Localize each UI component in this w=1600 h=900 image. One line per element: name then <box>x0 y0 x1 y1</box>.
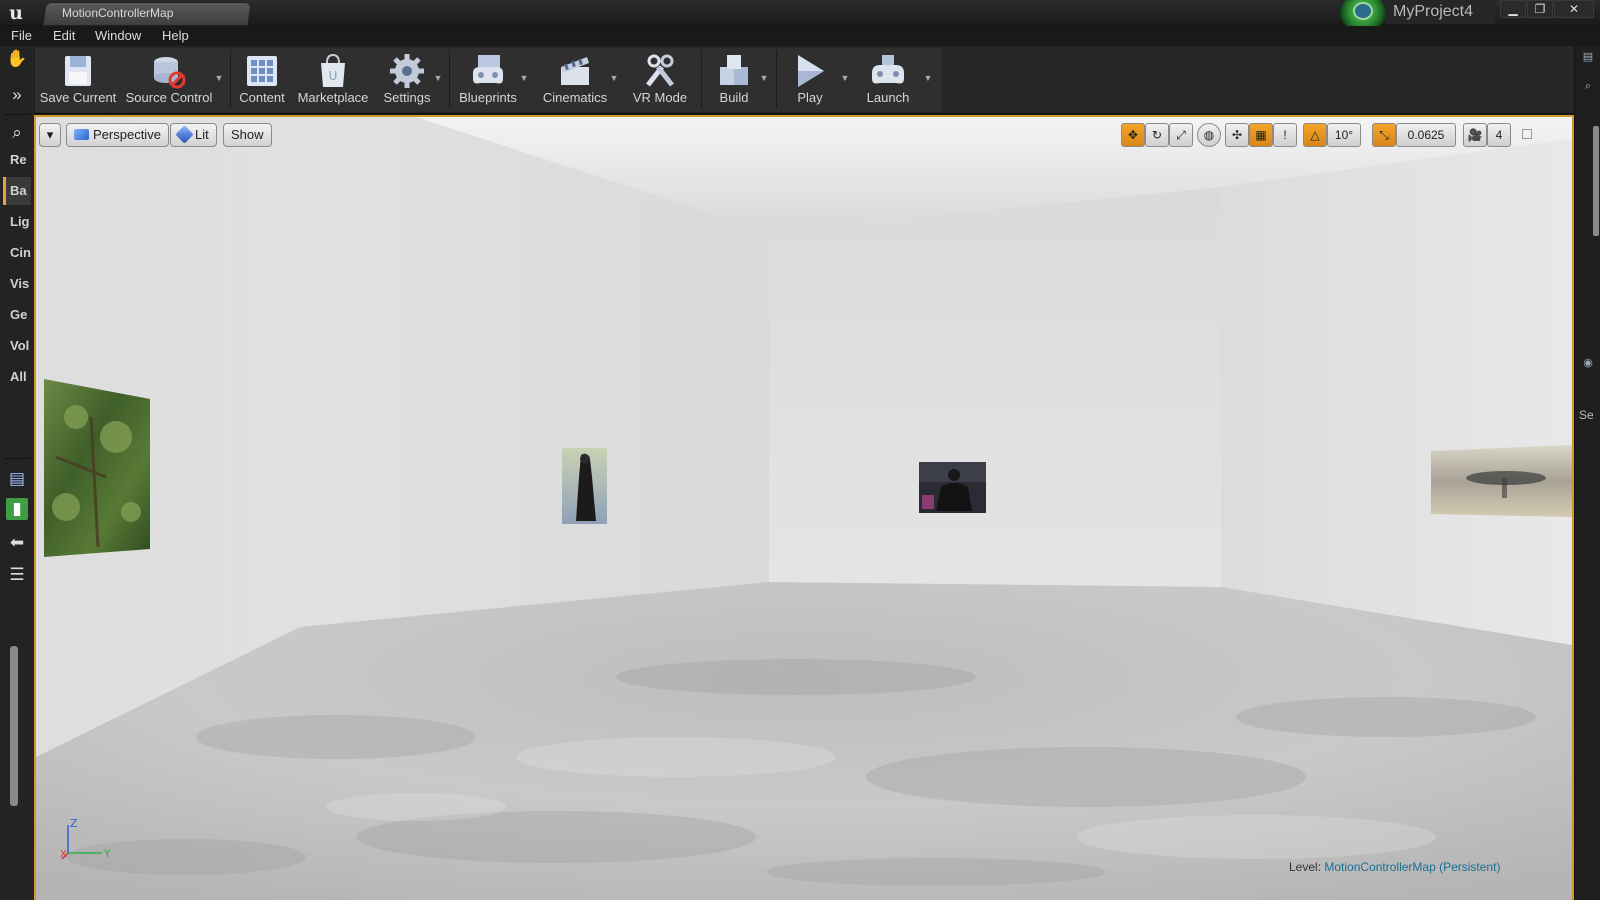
build-dropdown[interactable]: ▼ <box>759 73 769 83</box>
search-icon[interactable]: ⌕ <box>1581 80 1595 94</box>
vr-mode-icon <box>640 51 680 91</box>
marketplace-button[interactable]: U Marketplace <box>296 46 370 110</box>
project-name: MyProject4 <box>1393 3 1474 20</box>
launch-dropdown[interactable]: ▼ <box>923 73 933 83</box>
play-icon <box>790 51 830 91</box>
save-icon <box>58 51 98 91</box>
rotation-snap-icon[interactable]: △ <box>1303 123 1327 147</box>
back-arrow-icon[interactable]: ⬅ <box>6 532 28 554</box>
settings-button[interactable]: Settings <box>374 46 440 110</box>
perspective-icon <box>74 129 89 140</box>
maximize-viewport-icon[interactable] <box>1522 129 1532 139</box>
perspective-button[interactable]: Perspective <box>66 123 169 147</box>
category-all-classes[interactable]: All <box>3 363 31 391</box>
blueprints-dropdown[interactable]: ▼ <box>519 73 529 83</box>
play-dropdown[interactable]: ▼ <box>840 73 850 83</box>
surface-snapping-icon[interactable]: ✣ <box>1225 123 1249 147</box>
artwork-blurred-landscape <box>1431 445 1572 517</box>
build-icon <box>714 51 754 91</box>
play-button[interactable]: Play <box>780 46 840 110</box>
scene-render[interactable] <box>36 117 1572 900</box>
category-lights[interactable]: Lig <box>3 208 31 236</box>
blueprints-button[interactable]: Blueprints <box>452 46 524 110</box>
content-browser-icon[interactable]: ▤ <box>6 468 28 490</box>
rotation-snap-value[interactable]: 10° <box>1327 123 1361 147</box>
content-icon <box>242 51 282 91</box>
minimize-button[interactable]: ▁ <box>1500 0 1526 18</box>
settings-dropdown[interactable]: ▼ <box>433 73 443 83</box>
build-button[interactable]: Build <box>704 46 764 110</box>
close-button[interactable]: ✕ <box>1554 0 1594 18</box>
category-cinematic[interactable]: Cin <box>3 239 31 267</box>
grid-snap-value[interactable]: ! <box>1273 123 1297 147</box>
new-asset-icon[interactable]: ▮ <box>6 498 28 520</box>
lit-icon <box>175 125 194 144</box>
scale-snap-icon[interactable]: ⤡ <box>1372 123 1396 147</box>
current-level-name: MotionControllerMap (Persistent) <box>1324 860 1501 874</box>
menu-window[interactable]: Window <box>95 28 141 43</box>
category-geometry[interactable]: Ge <box>3 301 31 329</box>
camera-speed-value[interactable]: 4 <box>1487 123 1511 147</box>
rotate-mode-icon[interactable]: ↻ <box>1145 123 1169 147</box>
axis-gizmo: Z Y X <box>60 817 111 860</box>
category-volumes[interactable]: Vol <box>3 332 31 360</box>
marketplace-icon: U <box>313 51 353 91</box>
vr-mode-button[interactable]: VR Mode <box>624 46 696 110</box>
translate-mode-icon[interactable]: ✥ <box>1121 123 1145 147</box>
layers-list-icon[interactable]: ☰ <box>6 564 28 586</box>
source-control-dropdown[interactable]: ▼ <box>214 73 224 83</box>
details-panel-edge: ▤ ⌕ ◉ Se <box>1574 46 1600 900</box>
camera-speed-icon[interactable]: 🎥 <box>1463 123 1487 147</box>
menu-file[interactable]: File <box>11 28 32 43</box>
content-button[interactable]: Content <box>232 46 292 110</box>
launch-button[interactable]: Launch <box>854 46 922 110</box>
blueprints-icon <box>468 51 508 91</box>
menu-bar: File Edit Window Help <box>0 26 1600 46</box>
details-search-partial: Se <box>1579 408 1594 422</box>
right-panel-scrollbar[interactable] <box>1593 126 1599 236</box>
search-icon[interactable]: ⌕ <box>6 122 28 144</box>
cinematics-icon <box>555 51 595 91</box>
left-panel-scrollbar[interactable] <box>10 646 18 806</box>
level-tab-label: MotionControllerMap <box>62 6 174 20</box>
expand-modes-icon[interactable]: » <box>6 84 28 106</box>
restore-button[interactable]: ❐ <box>1527 0 1553 18</box>
svg-text:U: U <box>329 69 338 83</box>
cinematics-dropdown[interactable]: ▼ <box>609 73 619 83</box>
world-local-toggle-icon[interactable]: ◍ <box>1197 123 1221 147</box>
world-outliner-icon[interactable]: ▤ <box>1581 50 1595 64</box>
grid-snap-icon[interactable]: ▦ <box>1249 123 1273 147</box>
menu-help[interactable]: Help <box>162 28 189 43</box>
axis-x-label: X <box>60 849 67 860</box>
title-bar: u MotionControllerMap MyProject4 ▁ ❐ ✕ <box>0 0 1600 32</box>
unreal-logo-icon[interactable]: u <box>3 1 29 25</box>
artwork-figure-portrait <box>562 448 607 524</box>
category-basic[interactable]: Ba <box>3 177 31 205</box>
save-current-button[interactable]: Save Current <box>38 46 118 110</box>
source-control-icon <box>149 51 189 91</box>
modes-panel: ✋ » ⌕ Re Ba Lig Cin Vis Ge Vol All ▤ ▮ ⬅… <box>0 46 34 900</box>
artwork-forest-painting <box>44 379 150 557</box>
source-control-button[interactable]: Source Control <box>122 46 216 110</box>
launch-icon <box>868 51 908 91</box>
artwork-seated-person-photo <box>919 462 986 513</box>
settings-icon <box>387 51 427 91</box>
scale-snap-value[interactable]: 0.0625 <box>1396 123 1456 147</box>
lit-button[interactable]: Lit <box>170 123 217 147</box>
viewport-options-dropdown[interactable]: ▾ <box>39 123 61 147</box>
menu-edit[interactable]: Edit <box>53 28 75 43</box>
show-button[interactable]: Show <box>223 123 272 147</box>
category-recent[interactable]: Re <box>3 146 31 174</box>
cinematics-button[interactable]: Cinematics <box>534 46 616 110</box>
scale-mode-icon[interactable]: ⤢ <box>1169 123 1193 147</box>
category-visual-effects[interactable]: Vis <box>3 270 31 298</box>
level-viewport[interactable]: ▾ Perspective Lit Show ✥ ↻ ⤢ ◍ ✣ ▦ ! △ 1… <box>34 115 1574 900</box>
main-toolbar: Save Current Source Control ▼ Content U … <box>34 46 1574 114</box>
current-level-label: Level: MotionControllerMap (Persistent) <box>1289 860 1501 874</box>
place-mode-icon[interactable]: ✋ <box>6 48 28 70</box>
axis-z-label: Z <box>70 817 78 830</box>
axis-y-label: Y <box>103 847 111 860</box>
details-icon[interactable]: ◉ <box>1581 356 1595 370</box>
